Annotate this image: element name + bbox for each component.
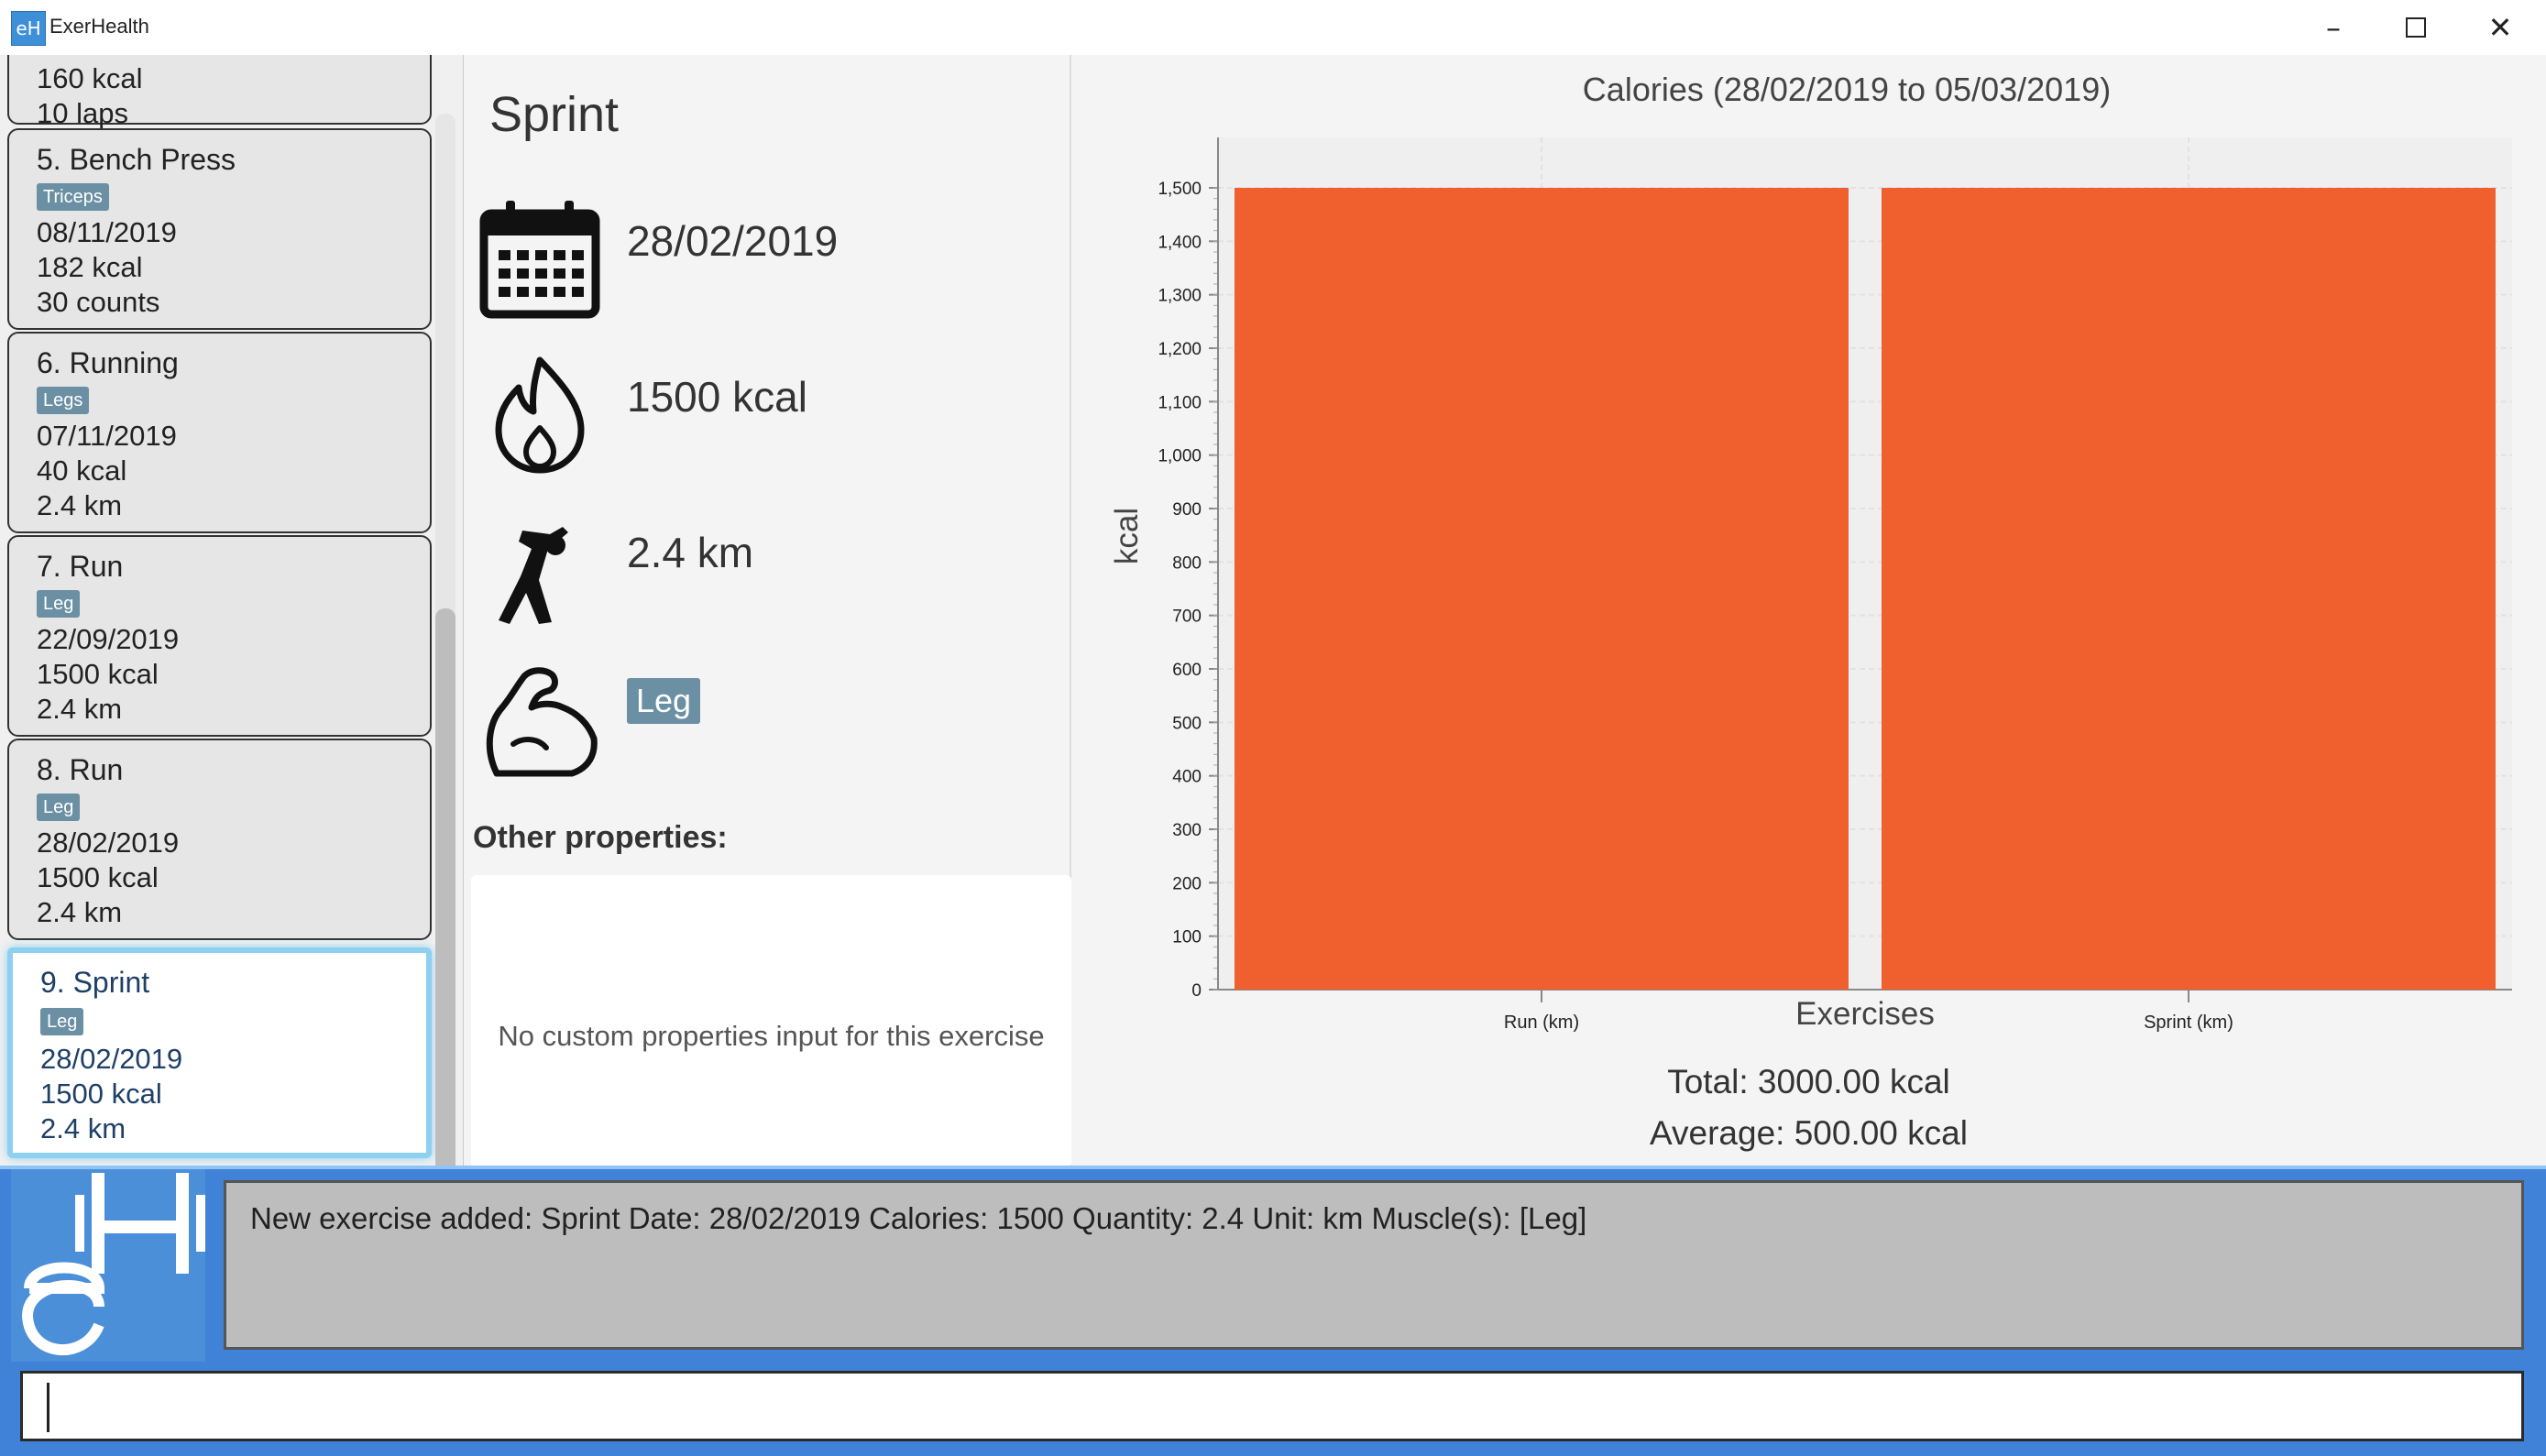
list-scrollbar[interactable] bbox=[435, 114, 455, 1166]
exercise-date: 22/09/2019 bbox=[37, 623, 180, 655]
muscle-tag: Leg bbox=[37, 794, 81, 821]
chart-average: Average: 500.00 kcal bbox=[1650, 1114, 1968, 1152]
command-input[interactable] bbox=[20, 1371, 2524, 1441]
exercise-calories: 1500 kcal bbox=[37, 861, 159, 893]
y-tick-label: 800 bbox=[1172, 553, 1202, 573]
exercise-calories: 1500 kcal bbox=[40, 1078, 162, 1110]
exercise-name: 5. Bench Press bbox=[37, 143, 236, 176]
y-tick-label: 300 bbox=[1172, 821, 1202, 840]
y-axis-label: kcal bbox=[1109, 508, 1145, 564]
text-cursor bbox=[47, 1383, 49, 1432]
no-properties-message: No custom properties input for this exer… bbox=[498, 1020, 1045, 1052]
flexed-arm-icon bbox=[486, 667, 598, 777]
y-tick-label: 0 bbox=[1191, 981, 1202, 1001]
exercise-quantity: 10 laps bbox=[37, 97, 128, 129]
chart-total: Total: 3000.00 kcal bbox=[1667, 1063, 1950, 1100]
y-tick-label: 200 bbox=[1172, 874, 1202, 893]
exercise-date: 28/02/2019 bbox=[37, 827, 180, 859]
statistics-panel: 0 100 200 300 400 500 600 700 800 900 1,000 1,100 1,… bbox=[1071, 55, 2546, 1166]
exercise-calories: 1500 kcal bbox=[627, 373, 807, 421]
window-title: ExerHealth bbox=[49, 15, 149, 38]
result-display: New exercise added: Sprint Date: 28/02/2… bbox=[224, 1180, 2524, 1350]
app-logo bbox=[11, 1169, 205, 1362]
other-properties-label: Other properties: bbox=[473, 820, 728, 855]
exercise-date: 07/11/2019 bbox=[37, 420, 177, 452]
list-item[interactable]: 160 kcal 10 laps bbox=[7, 55, 432, 129]
exercise-name: 9. Sprint bbox=[40, 966, 150, 999]
exercise-calories: 160 kcal bbox=[37, 62, 143, 94]
exercise-calories: 40 kcal bbox=[37, 454, 127, 487]
list-item[interactable]: 7. Run Leg 22/09/2019 1500 kcal 2.4 km bbox=[7, 535, 432, 737]
y-tick-label: 1,200 bbox=[1158, 340, 1202, 359]
stretch-figure-icon bbox=[499, 527, 568, 624]
y-tick-label: 1,500 bbox=[1158, 180, 1202, 199]
exercise-name: 7. Run bbox=[37, 550, 124, 583]
muscle-tag: Triceps bbox=[37, 183, 109, 211]
x-axis-label: Exercises bbox=[1795, 996, 1935, 1032]
y-tick-label: 1,400 bbox=[1158, 233, 1202, 252]
y-tick-label: 900 bbox=[1172, 500, 1202, 520]
exercise-quantity: 2.4 km bbox=[37, 489, 123, 521]
calendar-icon bbox=[479, 201, 600, 319]
muscle-tag: Legs bbox=[37, 387, 90, 414]
bottom-bar: New exercise added: Sprint Date: 28/02/2… bbox=[0, 1166, 2546, 1456]
exercise-date: 28/02/2019 bbox=[40, 1043, 183, 1075]
muscle-tag: Leg bbox=[627, 678, 701, 724]
y-tick-label: 1,300 bbox=[1158, 287, 1202, 306]
close-icon[interactable]: ✕ bbox=[2460, 0, 2541, 55]
muscle-tag: Leg bbox=[37, 590, 81, 618]
exercise-calories: 182 kcal bbox=[37, 251, 143, 283]
y-tick-label: 1,100 bbox=[1158, 393, 1202, 412]
calories-bar-chart: 0 100 200 300 400 500 600 700 800 900 1,000 1,100 1,… bbox=[1109, 71, 2512, 1033]
exercise-name: 8. Run bbox=[37, 753, 124, 786]
muscle-tag: Leg bbox=[40, 1008, 84, 1035]
exercise-detail-panel: Sprint 28/02/2019 1500 kcal 2.4 km Leg O… bbox=[464, 55, 1071, 1168]
exercise-calories: 1500 kcal bbox=[37, 658, 159, 690]
y-tick-label: 700 bbox=[1172, 608, 1202, 627]
chart-bar bbox=[1235, 188, 1849, 990]
scrollbar-thumb[interactable] bbox=[435, 608, 455, 1166]
x-tick-label: Run (km) bbox=[1504, 1013, 1579, 1033]
exercise-date: 28/02/2019 bbox=[627, 217, 839, 265]
exercise-quantity: 2.4 km bbox=[37, 896, 123, 928]
exercise-date: 08/11/2019 bbox=[37, 216, 177, 248]
result-message: New exercise added: Sprint Date: 28/02/2… bbox=[250, 1201, 1587, 1235]
list-item[interactable]: 8. Run Leg 28/02/2019 1500 kcal 2.4 km bbox=[7, 739, 432, 940]
exercise-title: Sprint bbox=[489, 87, 620, 142]
chart-bar bbox=[1882, 188, 2496, 990]
title-bar: eH ExerHealth – ✕ bbox=[0, 0, 2546, 56]
y-tick-label: 500 bbox=[1172, 714, 1202, 733]
y-tick-label: 400 bbox=[1172, 768, 1202, 787]
list-item[interactable]: 5. Bench Press Triceps 08/11/2019 182 kc… bbox=[7, 128, 432, 330]
exercise-name: 6. Running bbox=[37, 346, 179, 379]
minimize-icon[interactable]: – bbox=[2293, 0, 2374, 55]
app-icon: eH bbox=[11, 11, 46, 46]
list-item-selected[interactable]: 9. Sprint Leg 28/02/2019 1500 kcal 2.4 k… bbox=[7, 947, 432, 1158]
y-tick-label: 1,000 bbox=[1158, 447, 1202, 466]
other-properties-box: No custom properties input for this exer… bbox=[471, 875, 1071, 1168]
exercise-quantity: 2.4 km bbox=[37, 693, 123, 725]
exercise-quantity: 2.4 km bbox=[40, 1112, 126, 1144]
exercise-list-panel[interactable]: 160 kcal 10 laps 5. Bench Press Triceps … bbox=[0, 55, 464, 1166]
y-tick-label: 600 bbox=[1172, 661, 1202, 680]
flame-icon bbox=[495, 356, 585, 474]
maximize-icon[interactable] bbox=[2376, 0, 2456, 55]
chart-title: Calories (28/02/2019 to 05/03/2019) bbox=[1583, 71, 2111, 108]
x-tick-label: Sprint (km) bbox=[2144, 1013, 2233, 1033]
exercise-quantity: 2.4 km bbox=[627, 529, 754, 576]
list-item[interactable]: 6. Running Legs 07/11/2019 40 kcal 2.4 k… bbox=[7, 332, 432, 533]
y-tick-label: 100 bbox=[1172, 928, 1202, 947]
exercise-quantity: 30 counts bbox=[37, 286, 160, 318]
